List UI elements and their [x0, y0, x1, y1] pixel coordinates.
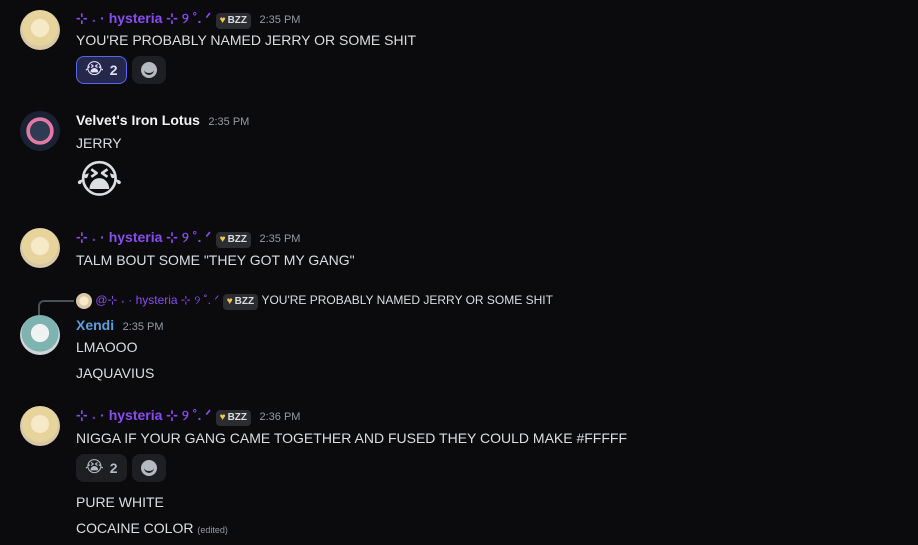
- crying-emoji-icon: 😭: [85, 459, 104, 476]
- avatar[interactable]: [20, 111, 60, 151]
- reaction-button[interactable]: 😭 2: [76, 454, 127, 482]
- heart-icon: ♥: [219, 15, 226, 26]
- add-reaction-button[interactable]: [132, 56, 166, 84]
- guild-tag: ♥ BZZ: [222, 294, 259, 311]
- timestamp: 2:35 PM: [259, 233, 301, 245]
- timestamp: 2:35 PM: [122, 321, 164, 333]
- crying-emoji-icon: 😭: [85, 61, 104, 78]
- message-header: ⊹ ˖ · hysteria ⊹ ୨ ˚. ᐟ ♥ BZZ 2:36 PM: [76, 407, 300, 426]
- reply-preview[interactable]: @⊹ ˖ · hysteria ⊹ ୨ ˚. ᐟ ♥ BZZ YOU'RE PRO…: [76, 293, 553, 311]
- message-text: PURE WHITE: [76, 494, 164, 510]
- guild-tag[interactable]: ♥ BZZ: [215, 410, 252, 426]
- avatar: [76, 293, 92, 309]
- reply-connector: [38, 300, 74, 315]
- message-text: TALM BOUT SOME "THEY GOT MY GANG": [76, 252, 355, 268]
- reply-text: YOU'RE PROBABLY NAMED JERRY OR SOME SHIT: [261, 293, 553, 308]
- avatar[interactable]: [20, 228, 60, 268]
- message-header: Velvet's Iron Lotus 2:35 PM: [76, 112, 249, 130]
- smile-icon: [141, 460, 157, 476]
- reaction-count: 2: [109, 62, 118, 78]
- crying-emoji-icon[interactable]: 😭: [76, 160, 123, 200]
- add-reaction-button[interactable]: [132, 454, 166, 482]
- timestamp: 2:35 PM: [208, 116, 250, 128]
- heart-icon: ♥: [219, 234, 226, 245]
- guild-tag[interactable]: ♥ BZZ: [215, 232, 252, 248]
- message-header: ⊹ ˖ · hysteria ⊹ ୨ ˚. ᐟ ♥ BZZ 2:35 PM: [76, 10, 300, 29]
- author-name[interactable]: Xendi: [76, 317, 114, 333]
- reaction-button[interactable]: 😭 2: [76, 56, 127, 84]
- heart-icon: ♥: [219, 412, 226, 423]
- timestamp: 2:35 PM: [259, 14, 301, 26]
- message-text: YOU'RE PROBABLY NAMED JERRY OR SOME SHIT: [76, 32, 417, 48]
- reply-author[interactable]: @⊹ ˖ · hysteria ⊹ ୨ ˚. ᐟ: [95, 293, 219, 307]
- message-text: JAQUAVIUS: [76, 365, 155, 381]
- message-text: NIGGA IF YOUR GANG CAME TOGETHER AND FUS…: [76, 430, 628, 446]
- message-text: LMAOOO: [76, 339, 138, 355]
- author-name[interactable]: ⊹ ˖ · hysteria ⊹ ୨ ˚. ᐟ: [76, 229, 211, 245]
- message-text: COCAINE COLOR (edited): [76, 520, 228, 536]
- avatar[interactable]: [20, 315, 60, 355]
- author-name[interactable]: ⊹ ˖ · hysteria ⊹ ୨ ˚. ᐟ: [76, 407, 211, 423]
- reaction-count: 2: [109, 460, 118, 476]
- message-header: ⊹ ˖ · hysteria ⊹ ୨ ˚. ᐟ ♥ BZZ 2:35 PM: [76, 229, 300, 248]
- timestamp: 2:36 PM: [259, 411, 301, 423]
- author-name[interactable]: ⊹ ˖ · hysteria ⊹ ୨ ˚. ᐟ: [76, 10, 211, 26]
- author-name[interactable]: Velvet's Iron Lotus: [76, 112, 200, 128]
- avatar[interactable]: [20, 406, 60, 446]
- edited-label: (edited): [197, 525, 228, 535]
- heart-icon: ♥: [226, 296, 233, 308]
- message-header: Xendi 2:35 PM: [76, 317, 164, 335]
- message-text: JERRY: [76, 135, 122, 151]
- avatar[interactable]: [20, 10, 60, 50]
- smile-icon: [141, 62, 157, 78]
- guild-tag[interactable]: ♥ BZZ: [215, 13, 252, 29]
